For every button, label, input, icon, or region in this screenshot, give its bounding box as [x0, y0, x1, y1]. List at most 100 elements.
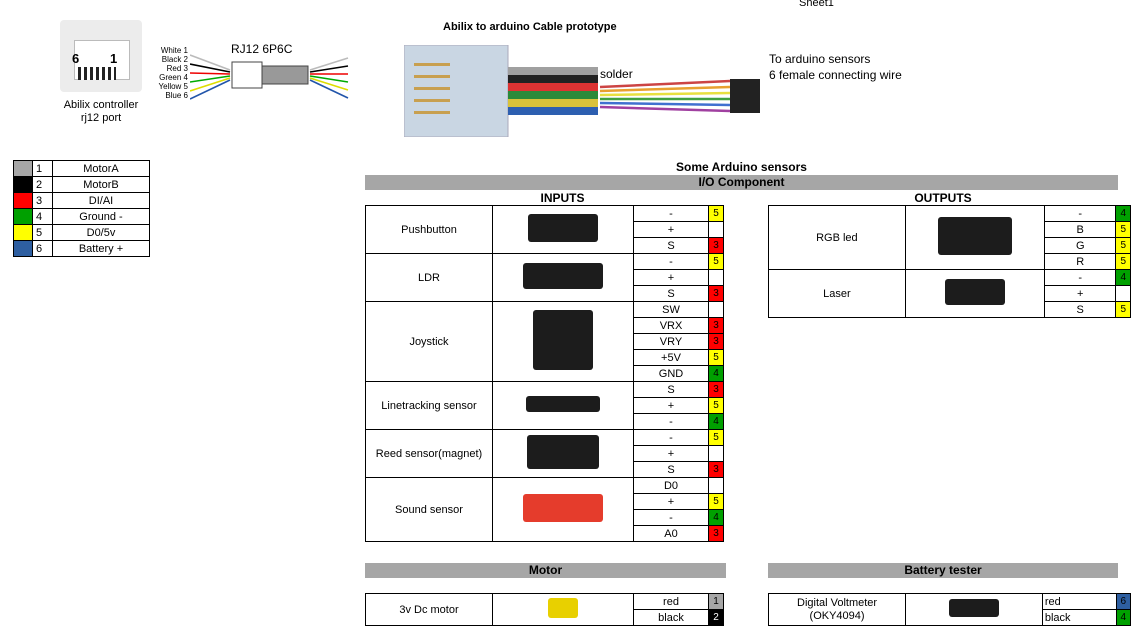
cable-note-line2: 6 female connecting wire — [769, 68, 902, 82]
reed-sensor-image — [492, 429, 634, 478]
pin-code: 4 — [1115, 609, 1131, 626]
inputs-header: INPUTS — [540, 191, 585, 205]
pin-number: 3 — [32, 192, 53, 209]
color-swatch — [13, 160, 33, 177]
table-row: Reed sensor(magnet) -5 — [365, 429, 724, 478]
pin-label: VRX — [633, 317, 709, 334]
pin-code: 5 — [708, 429, 724, 446]
pin-code — [708, 445, 724, 462]
sensor-name: LDR — [365, 253, 493, 302]
table-row: LDR -5 — [365, 253, 724, 302]
pin-label: + — [633, 493, 709, 510]
sheet-tab[interactable]: Sheet1 — [799, 0, 834, 9]
pin-function: D0/5v — [52, 224, 150, 241]
pin-label: S — [1044, 301, 1117, 318]
joystick-image — [492, 301, 634, 382]
pin-code: 5 — [708, 397, 724, 414]
pin-code: 3 — [708, 333, 724, 350]
wire-label: Black 2 — [161, 55, 188, 64]
wire-label: Blue 6 — [165, 91, 188, 100]
battery-table: Digital Voltmeter (OKY4094) red 6 black 4 — [767, 593, 1131, 626]
pin-label: + — [633, 269, 709, 286]
table-row: Joystick SW — [365, 301, 724, 382]
pin-label: - — [633, 413, 709, 430]
pin-label: + — [633, 397, 709, 414]
pin-code: 5 — [1115, 237, 1131, 254]
linetracking-image — [492, 381, 634, 430]
pin-code: 3 — [708, 525, 724, 542]
table-row: 1 MotorA — [13, 160, 150, 177]
pin-code: 5 — [708, 253, 724, 270]
pin-label: +5V — [633, 349, 709, 366]
pin-label: S — [633, 285, 709, 302]
sensor-name: Linetracking sensor — [365, 381, 493, 430]
pin-code: 3 — [708, 381, 724, 398]
pin-label: - — [633, 205, 709, 222]
pin-label: - — [1044, 205, 1117, 222]
table-row: Linetracking sensor S3 — [365, 381, 724, 430]
pin-label: - — [1044, 269, 1117, 286]
pin-number: 2 — [32, 176, 53, 193]
port-caption: Abilix controller rj12 port — [40, 99, 162, 125]
pin-label: red — [633, 593, 709, 610]
cable-prototype-photo — [404, 45, 760, 137]
pin-label: - — [633, 509, 709, 526]
wire-legend: White 1 Black 2 Red 3 Green 4 Yellow 5 B… — [140, 46, 188, 100]
pin-function: Ground - — [52, 208, 150, 225]
pin-label: G — [1044, 237, 1117, 254]
port-pins — [78, 67, 116, 80]
pin-label: A0 — [633, 525, 709, 542]
pin-number: 1 — [32, 160, 53, 177]
ldr-image — [492, 253, 634, 302]
pin-label: + — [633, 445, 709, 462]
pin-label: - — [633, 429, 709, 446]
rj12-plug-drawing — [190, 54, 349, 100]
table-row: Laser -4 — [768, 269, 1131, 318]
solder-label: solder — [600, 67, 633, 81]
voltmeter-image — [905, 593, 1043, 626]
pin-label: SW — [633, 301, 709, 318]
motor-name: 3v Dc motor — [365, 593, 493, 626]
pushbutton-image — [492, 205, 634, 254]
pin-code: 5 — [1115, 253, 1131, 270]
pin-code: 3 — [708, 461, 724, 478]
pin-code: 2 — [708, 609, 724, 626]
pin-code — [708, 301, 724, 318]
table-row: 6 Battery + — [13, 240, 150, 257]
table-row: RGB led -4 — [768, 205, 1131, 270]
pin-code: 5 — [1115, 301, 1131, 318]
pin-code: 3 — [708, 237, 724, 254]
pin-code: 5 — [708, 493, 724, 510]
pin-code — [708, 269, 724, 286]
table-row: 4 Ground - — [13, 208, 150, 225]
color-swatch — [13, 192, 33, 209]
color-swatch — [13, 224, 33, 241]
pin-function: MotorA — [52, 160, 150, 177]
pin-function: MotorB — [52, 176, 150, 193]
sensor-name: Sound sensor — [365, 477, 493, 542]
voltmeter-name: Digital Voltmeter (OKY4094) — [767, 593, 907, 626]
pin-number: 5 — [32, 224, 53, 241]
pin-label: - — [633, 253, 709, 270]
motor-image — [492, 593, 634, 626]
rj12-port-image: 6 1 — [60, 20, 142, 92]
color-swatch — [13, 176, 33, 193]
sensor-name: Reed sensor(magnet) — [365, 429, 493, 478]
pin-label: black — [1041, 609, 1117, 626]
sensor-name: Laser — [768, 269, 906, 318]
port-pin-right-number: 1 — [110, 51, 118, 66]
pin-code — [708, 477, 724, 494]
port-pin-left-number: 6 — [72, 51, 80, 66]
pin-map-table: 1 MotorA 2 MotorB 3 DI/AI 4 Ground - 5 D0/5v … — [13, 160, 150, 257]
inputs-table: Pushbutton -5 + S3 LDR -5 + S3 Joystick … — [365, 205, 724, 542]
outputs-header: OUTPUTS — [914, 191, 972, 205]
pin-code: 3 — [708, 317, 724, 334]
pin-code: 5 — [1115, 221, 1131, 238]
wire-label: Red 3 — [166, 64, 188, 73]
pin-label: S — [633, 461, 709, 478]
table-row: 3v Dc motor red 1 — [365, 593, 724, 626]
io-component-header: I/O Component — [365, 175, 1118, 190]
pin-code: 4 — [1115, 269, 1131, 286]
pin-label: S — [633, 381, 709, 398]
pin-label: GND — [633, 365, 709, 382]
